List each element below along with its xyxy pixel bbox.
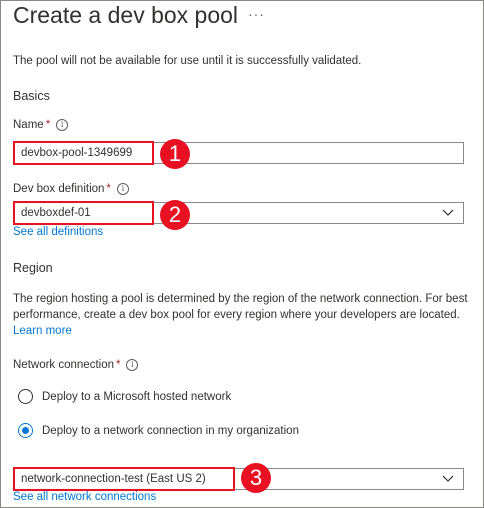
info-icon[interactable]: i [56,119,69,131]
network-connection-label-text: Network connection [13,359,114,371]
chevron-down-icon [442,475,454,482]
required-marker: * [116,359,121,371]
radio-label: Deploy to a network connection in my org… [42,424,299,437]
validation-notice: The pool will not be available for use u… [13,55,362,67]
see-all-network-connections-link[interactable]: See all network connections [13,491,156,503]
definition-label: Dev box definition * i [13,183,129,195]
radio-button-selected[interactable] [18,423,33,438]
info-icon[interactable]: i [126,359,139,371]
page-title: Create a dev box pool [13,2,239,28]
info-icon[interactable]: i [116,183,129,195]
required-marker: * [106,183,111,195]
definition-label-text: Dev box definition [13,183,105,195]
chevron-down-icon [442,209,454,216]
name-label: Name * i [13,119,69,131]
callout-box-2 [13,201,154,225]
callout-badge-3: 3 [241,463,271,493]
callout-box-3 [13,467,235,491]
radio-label: Deploy to a Microsoft hosted network [42,390,232,403]
callout-badge-1: 1 [160,139,190,169]
required-marker: * [45,119,51,131]
radio-option-organization[interactable]: Deploy to a network connection in my org… [18,423,299,438]
basics-heading: Basics [13,89,50,103]
more-options-icon[interactable]: ··· [248,6,265,22]
name-label-text: Name [13,119,44,131]
region-heading: Region [13,261,53,275]
radio-button[interactable] [18,389,33,404]
region-description-text: The region hosting a pool is determined … [13,293,468,321]
callout-badge-2: 2 [160,200,190,230]
region-description: The region hosting a pool is determined … [13,291,475,339]
callout-box-1 [13,141,154,165]
see-all-definitions-link[interactable]: See all definitions [13,226,103,238]
learn-more-link[interactable]: Learn more [13,325,72,337]
radio-option-hosted[interactable]: Deploy to a Microsoft hosted network [18,389,231,404]
network-connection-label: Network connection * i [13,359,139,371]
